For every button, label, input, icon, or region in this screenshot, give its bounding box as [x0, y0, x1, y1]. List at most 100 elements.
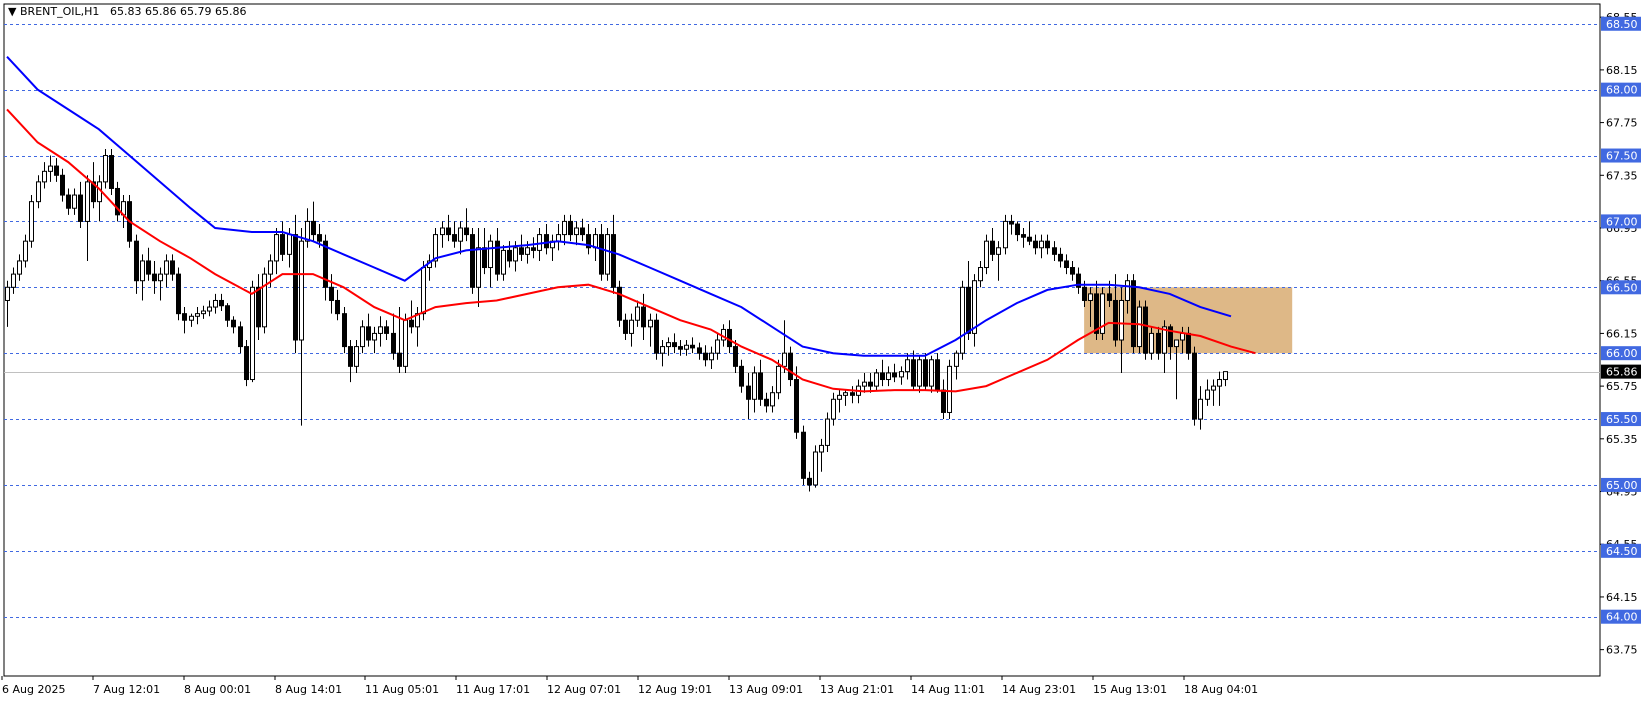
candle-bear — [892, 372, 897, 378]
candle-bull — [666, 342, 671, 348]
candle-bear — [256, 286, 261, 328]
candle-bull — [274, 234, 279, 262]
candle-bear — [746, 385, 751, 400]
candle-bear — [409, 319, 414, 328]
candle-bull — [648, 319, 653, 328]
candle-bull — [207, 306, 212, 312]
candle-bull — [287, 234, 292, 255]
candle-bull — [996, 247, 1001, 255]
level-price-label: 64.50 — [1606, 545, 1638, 558]
candle-bear — [109, 155, 114, 189]
candle-bear — [703, 352, 708, 361]
candle-bear — [911, 359, 916, 387]
candle-bear — [1052, 247, 1057, 255]
candle-bear — [446, 227, 451, 236]
candle-bull — [1174, 339, 1179, 348]
candle-bull — [476, 247, 481, 288]
candle-bull — [354, 346, 359, 367]
candle-bear — [1058, 253, 1063, 262]
candle-bear — [580, 227, 585, 236]
candle-bear — [470, 234, 475, 288]
x-tick-label: 6 Aug 2025 — [2, 683, 65, 696]
candle-bull — [299, 240, 304, 341]
candle-bear — [342, 313, 347, 348]
candle-bear — [1033, 240, 1038, 249]
candle-bear — [1045, 240, 1050, 249]
candle-bull — [164, 260, 169, 275]
chart-title-arrow-icon[interactable]: ▼ — [8, 5, 17, 18]
candle-bear — [1094, 293, 1099, 334]
x-tick-label: 11 Aug 05:01 — [365, 683, 439, 696]
level-price-label: 67.50 — [1606, 150, 1638, 163]
candle-bull — [1205, 389, 1210, 400]
x-tick-label: 13 Aug 09:01 — [729, 683, 803, 696]
candle-bear — [452, 234, 457, 242]
candle-bull — [629, 319, 634, 334]
candle-bull — [42, 170, 47, 183]
candle-bear — [348, 346, 353, 367]
candle-bear — [611, 234, 616, 288]
candle-bear — [1009, 220, 1014, 225]
candle-bull — [195, 313, 200, 317]
level-price-label: 67.00 — [1606, 215, 1638, 228]
candle-bear — [329, 286, 334, 301]
candle-bull — [947, 365, 952, 413]
candle-bull — [501, 249, 506, 275]
candle-bull — [782, 352, 787, 367]
candle-bull — [525, 247, 530, 255]
candle-bull — [1211, 385, 1216, 391]
candle-bull — [5, 286, 10, 301]
candle-bear — [739, 365, 744, 387]
candle-bull — [268, 260, 273, 275]
candle-bull — [917, 359, 922, 387]
candle-bear — [623, 319, 628, 334]
candle-bear — [231, 319, 236, 328]
candle-bull — [201, 310, 206, 315]
candle-bear — [293, 234, 298, 341]
candle-bull — [825, 418, 830, 446]
x-tick-label: 12 Aug 19:01 — [638, 683, 712, 696]
candle-bear — [788, 352, 793, 381]
candle-bull — [972, 280, 977, 334]
candle-bull — [978, 267, 983, 282]
candle-bull — [984, 240, 989, 269]
candle-bear — [311, 220, 316, 236]
candle-bull — [140, 260, 145, 282]
candle-bear — [507, 249, 512, 262]
candle-bull — [831, 398, 836, 420]
candle-bull — [776, 365, 781, 394]
chart: 68.5568.1567.7567.3566.9566.5566.1565.75… — [0, 0, 1651, 704]
candle-bear — [176, 273, 181, 315]
y-tick-label: 68.15 — [1606, 64, 1638, 77]
candle-bear — [1192, 352, 1197, 420]
candle-bull — [17, 260, 22, 275]
candle-bull — [635, 306, 640, 321]
candle-bull — [960, 286, 965, 354]
candle-bull — [403, 319, 408, 367]
candle-bull — [752, 372, 757, 400]
candle-bull — [715, 339, 720, 354]
candle-bull — [813, 451, 818, 486]
candle-bull — [770, 392, 775, 407]
y-tick-label: 67.35 — [1606, 169, 1638, 182]
candle-bull — [954, 352, 959, 367]
x-tick-label: 11 Aug 17:01 — [456, 683, 530, 696]
candle-bear — [317, 234, 322, 242]
candle-bear — [482, 247, 487, 269]
candle-bear — [170, 260, 175, 275]
candle-bear — [225, 305, 230, 321]
candle-bear — [758, 372, 763, 400]
candle-bull — [1198, 398, 1203, 420]
level-price-label: 68.50 — [1606, 18, 1638, 31]
candle-bull — [11, 273, 16, 288]
candle-bull — [440, 227, 445, 236]
candle-bull — [250, 286, 255, 381]
candle-bull — [72, 194, 77, 209]
candle-bull — [1039, 240, 1044, 249]
candle-bear — [672, 342, 677, 348]
candle-bull — [660, 346, 665, 354]
x-tick-label: 13 Aug 21:01 — [820, 683, 894, 696]
candle-bull — [709, 352, 714, 361]
candle-bull — [48, 165, 53, 172]
candle-bear — [990, 240, 995, 255]
